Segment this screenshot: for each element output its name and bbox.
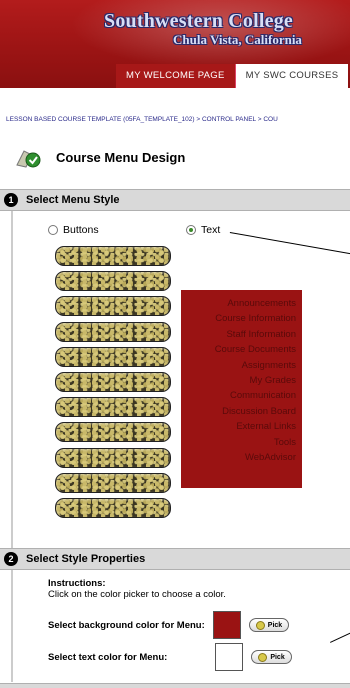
step-2-header: 2 Select Style Properties [0,548,350,570]
text-menu-item: Communication [230,390,296,402]
step-2-label: Select Style Properties [26,553,146,565]
radio-buttons-option[interactable]: Buttons [48,224,99,236]
instructions: Instructions: Click on the color picker … [48,578,226,600]
step-2-number: 2 [4,552,18,566]
college-name: Southwestern College [104,10,293,32]
text-menu-item: Course Documents [214,344,296,356]
button-preview-11 [55,497,171,518]
button-preview-4 [55,321,171,342]
text-menu-preview: Announcements Course Information Staff I… [181,290,302,488]
button-preview-10 [55,472,171,493]
button-preview-2 [55,271,171,292]
radio-text[interactable] [186,225,196,235]
page-title: Course Menu Design [56,149,186,165]
text-menu-item: Assignments [241,359,296,371]
pick-label: Pick [267,621,283,629]
text-menu-item: Tools [273,436,296,448]
bg-color-pick-button[interactable]: Pick [248,618,290,632]
text-menu-item: Staff Information [226,328,296,340]
button-preview-7 [55,397,171,418]
button-preview-1 [55,246,171,266]
step-1-label: Select Menu Style [26,194,120,206]
text-menu-item: Course Information [215,313,296,325]
color-picker-icon [255,620,265,630]
text-color-row: Select text color for Menu: Pick [48,643,292,671]
radio-text-option[interactable]: Text [186,224,220,236]
color-picker-icon [258,652,268,662]
step-1-number: 1 [4,193,18,207]
course-menu-design-icon [14,145,44,169]
step-1-divider [11,211,13,548]
annotation-pointer-line-2 [330,629,350,643]
page-title-row: Course Menu Design [14,145,185,169]
tab-my-welcome-page[interactable]: MY WELCOME PAGE [116,64,236,88]
tab-my-swc-courses[interactable]: MY SWC COURSES [235,64,349,88]
instructions-heading: Instructions: [48,578,106,589]
text-menu-item: External Links [236,421,296,433]
text-menu-item: My Grades [249,375,296,387]
instructions-text: Click on the color picker to choose a co… [48,589,226,600]
step-2-divider [11,570,13,682]
button-preview-9 [55,447,171,468]
radio-buttons[interactable] [48,225,58,235]
button-preview-6 [55,371,171,392]
text-color-swatch[interactable] [215,643,244,671]
college-city: Chula Vista, California [173,32,302,47]
text-color-label: Select text color for Menu: [48,651,168,663]
radio-buttons-label: Buttons [63,224,99,236]
breadcrumb[interactable]: LESSON BASED COURSE TEMPLATE (05FA_TEMPL… [6,116,278,123]
bg-color-swatch[interactable] [212,611,241,639]
tab-bar: MY WELCOME PAGE MY SWC COURSES [116,64,349,88]
button-style-preview [55,246,171,523]
step-1-header: 1 Select Menu Style [0,189,350,211]
button-preview-5 [55,346,171,367]
pick-label: Pick [270,653,285,661]
bg-color-row: Select background color for Menu: Pick [48,611,290,639]
bg-color-label: Select background color for Menu: [48,619,205,631]
radio-text-label: Text [201,224,221,236]
annotation-pointer-line [229,232,350,255]
text-color-pick-button[interactable]: Pick [251,650,292,664]
button-preview-3 [55,296,171,317]
step-3-header [0,683,350,688]
header-banner: Southwestern College Chula Vista, Califo… [0,0,350,88]
button-preview-8 [55,422,171,443]
text-menu-item: Discussion Board [222,405,296,417]
text-menu-item: WebAdvisor [244,452,296,464]
text-menu-item: Announcements [227,298,296,309]
